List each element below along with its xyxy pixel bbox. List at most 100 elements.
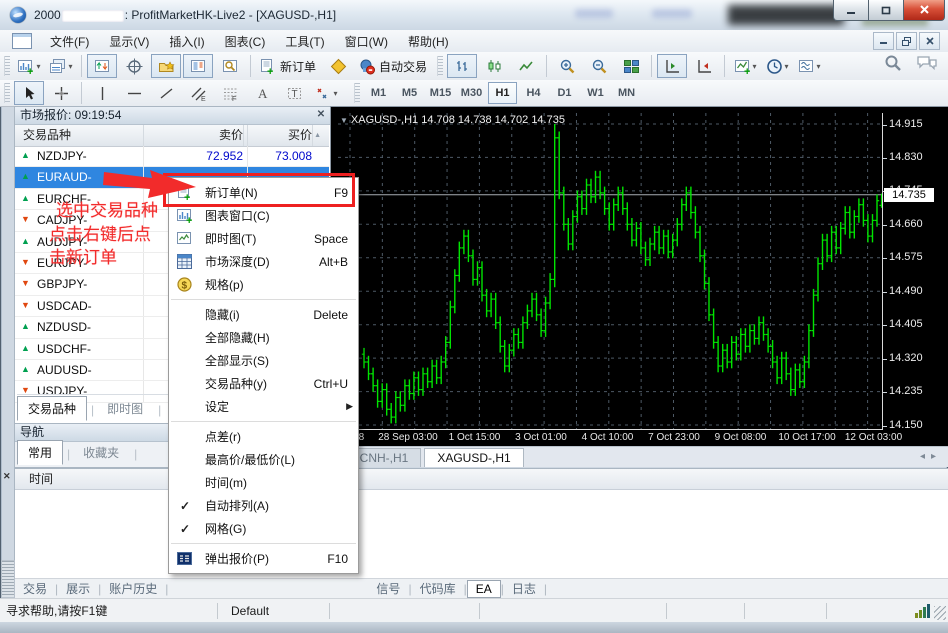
timeframe-button-m5[interactable]: M5 <box>395 82 424 104</box>
market-watch-column-headers[interactable]: 交易品种卖价买价▲ <box>15 125 329 147</box>
column-header-2[interactable]: 买价 <box>205 125 313 146</box>
dropdown-caret-icon[interactable]: ▾ <box>333 89 337 98</box>
text-button[interactable]: A <box>247 81 277 105</box>
dropdown-caret-icon[interactable]: ▾ <box>36 62 40 71</box>
context-menu-item-规格[interactable]: $规格(p) <box>169 273 358 296</box>
timeframe-button-m30[interactable]: M30 <box>457 82 486 104</box>
autotrading-button[interactable]: 自动交易 <box>355 54 432 78</box>
collapse-triangle-icon[interactable]: ▼ <box>340 116 348 125</box>
candlestick-button[interactable] <box>479 54 509 78</box>
context-menu-item-即时图[interactable]: 即时图(T)Space <box>169 227 358 250</box>
label-button[interactable]: T <box>279 81 309 105</box>
chat-icon[interactable] <box>916 54 938 72</box>
line-chart-button[interactable] <box>511 54 541 78</box>
dropdown-caret-icon[interactable]: ▾ <box>785 62 789 71</box>
vline-button[interactable] <box>87 81 117 105</box>
context-menu-item-时间[interactable]: 时间(m) <box>169 471 358 494</box>
mdi-minimize-button[interactable] <box>873 32 894 50</box>
templates-button[interactable]: ▾ <box>794 54 824 78</box>
menu-item[interactable]: 文件(F) <box>40 30 99 53</box>
context-menu-item-点差[interactable]: 点差(r) <box>169 425 358 448</box>
data-window-button[interactable] <box>119 54 149 78</box>
context-menu-item-设定[interactable]: 设定▶ <box>169 395 358 418</box>
terminal-tab-代码库[interactable]: 代码库 <box>412 579 464 598</box>
column-header-0[interactable]: 交易品种 <box>23 125 131 146</box>
terminal-grip[interactable] <box>1 560 15 598</box>
market-watch-tab-0[interactable]: 交易品种 <box>17 396 87 421</box>
metaeditor-button[interactable] <box>323 54 353 78</box>
profiles-button[interactable]: ▾ <box>46 54 76 78</box>
crosshair-button[interactable] <box>46 81 76 105</box>
toolbar-grip[interactable] <box>437 56 443 76</box>
menu-item[interactable]: 窗口(W) <box>335 30 398 53</box>
resize-grip[interactable] <box>934 606 946 620</box>
cursor-button[interactable] <box>14 81 44 105</box>
market-watch-close-icon[interactable]: ✕ <box>315 109 327 121</box>
market-watch-tab-1[interactable]: 即时图 <box>96 396 154 421</box>
context-menu-item-市场深度[interactable]: 市场深度(D)Alt+B <box>169 250 358 273</box>
menu-item[interactable]: 显示(V) <box>99 30 159 53</box>
tile-windows-button[interactable] <box>616 54 646 78</box>
search-icon[interactable] <box>884 54 902 72</box>
terminal-tab-展示[interactable]: 展示 <box>58 579 98 598</box>
context-menu-item-全部隐藏[interactable]: 全部隐藏(H) <box>169 326 358 349</box>
terminal-button[interactable] <box>183 54 213 78</box>
dropdown-caret-icon[interactable]: ▾ <box>68 62 72 71</box>
chart-price-axis[interactable]: 14.91514.83014.74514.66014.57514.49014.4… <box>883 113 941 429</box>
chart-time-axis[interactable]: 201828 Sep 03:001 Oct 15:003 Oct 01:004 … <box>338 431 882 446</box>
new-order-button[interactable]: +新订单 <box>256 54 321 78</box>
dropdown-caret-icon[interactable]: ▾ <box>753 62 757 71</box>
context-menu-item-全部显示[interactable]: 全部显示(S) <box>169 349 358 372</box>
chart-tab-1[interactable]: XAGUSD-,H1 <box>424 448 523 467</box>
terminal-tab-交易[interactable]: 交易 <box>15 579 55 598</box>
new-chart-button[interactable]: +▾ <box>14 54 44 78</box>
terminal-tab-日志[interactable]: 日志 <box>504 579 544 598</box>
context-menu-item-弹出报价[interactable]: 弹出报价(P)F10 <box>169 547 358 570</box>
terminal-tab-账户历史[interactable]: 账户历史 <box>101 579 165 598</box>
timeframe-button-mn[interactable]: MN <box>612 82 641 104</box>
navigator-tab-0[interactable]: 常用 <box>17 440 63 465</box>
menu-item[interactable]: 图表(C) <box>215 30 276 53</box>
dropdown-caret-icon[interactable]: ▾ <box>817 62 821 71</box>
timeframe-button-h4[interactable]: H4 <box>519 82 548 104</box>
zoom-in-button[interactable] <box>552 54 582 78</box>
context-menu-item-交易品种[interactable]: 交易品种(y)Ctrl+U <box>169 372 358 395</box>
hline-button[interactable] <box>119 81 149 105</box>
bar-chart-button[interactable] <box>447 54 477 78</box>
timeframe-button-m1[interactable]: M1 <box>364 82 393 104</box>
menu-item[interactable]: 插入(I) <box>159 30 214 53</box>
strategy-tester-button[interactable] <box>215 54 245 78</box>
terminal-tab-信号[interactable]: 信号 <box>368 579 408 598</box>
timeframe-button-m15[interactable]: M15 <box>426 82 455 104</box>
periods-button[interactable]: ▾ <box>762 54 792 78</box>
chart-shift-button[interactable] <box>657 54 687 78</box>
chart-tab-scroll-arrows[interactable]: ◂▸ <box>920 451 942 462</box>
timeframe-button-h1[interactable]: H1 <box>488 82 517 104</box>
close-button[interactable] <box>903 0 945 21</box>
toolbar-grip[interactable] <box>4 56 10 76</box>
terminal-tab-ea[interactable]: EA <box>467 580 501 598</box>
fibonacci-button[interactable]: F <box>215 81 245 105</box>
sort-arrow-icon[interactable]: ▲ <box>314 132 321 139</box>
timeframe-button-w1[interactable]: W1 <box>581 82 610 104</box>
restore-button[interactable] <box>868 0 904 21</box>
context-menu-item-自动排列[interactable]: ✓自动排列(A) <box>169 494 358 517</box>
toolbar-grip[interactable] <box>354 83 360 103</box>
zoom-out-button[interactable] <box>584 54 614 78</box>
shapes-button[interactable]: ▾ <box>311 81 341 105</box>
navigator-tab-1[interactable]: 收藏夹 <box>72 440 130 465</box>
timeframe-button-d1[interactable]: D1 <box>550 82 579 104</box>
toolbar-grip[interactable] <box>4 83 10 103</box>
market-watch-button[interactable] <box>87 54 117 78</box>
terminal-column-header-row[interactable]: 时间 <box>15 469 948 490</box>
terminal-close-icon[interactable]: ✕ <box>3 471 13 481</box>
autoscroll-button[interactable] <box>689 54 719 78</box>
menu-item[interactable]: 工具(T) <box>275 30 334 53</box>
indicators-button[interactable]: +▾ <box>730 54 760 78</box>
menu-item[interactable]: 帮助(H) <box>398 30 459 53</box>
context-menu-item-网格[interactable]: ✓网格(G) <box>169 517 358 540</box>
chart-plot-area[interactable] <box>338 113 883 430</box>
mdi-restore-button[interactable] <box>896 32 917 50</box>
context-menu-item-隐藏[interactable]: 隐藏(i)Delete <box>169 303 358 326</box>
status-profile[interactable]: Default <box>218 603 330 619</box>
